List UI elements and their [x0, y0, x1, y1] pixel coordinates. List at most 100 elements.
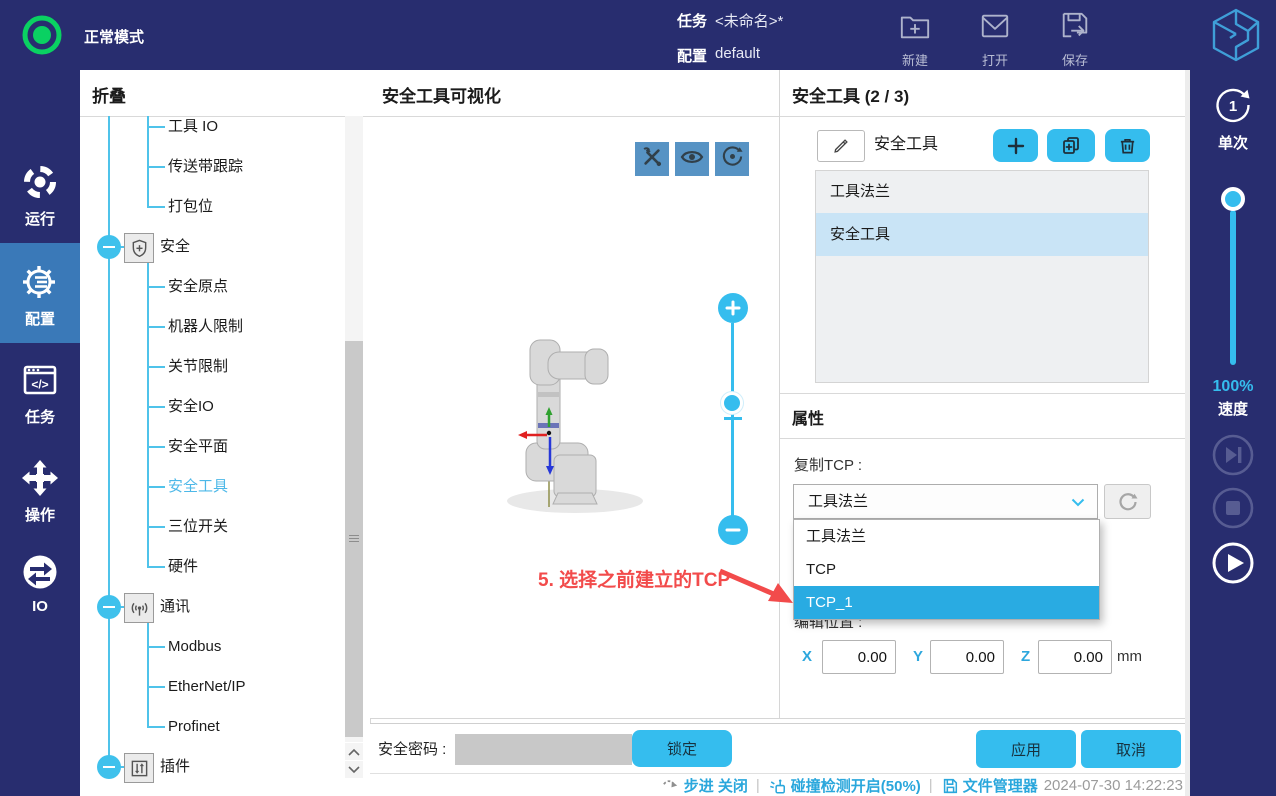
collapse-toggle-icon[interactable] [97, 595, 121, 619]
plus-icon [1007, 137, 1025, 155]
lock-button[interactable]: 锁定 [632, 730, 732, 767]
task-label: 任务 [677, 10, 707, 31]
tool-panel-title: 安全工具 (2 / 3) [792, 82, 909, 107]
tree-item-安全平面[interactable]: 安全平面 [80, 427, 342, 467]
config-tree-panel: 折叠 工具 IO传送带跟踪打包位安全安全原点机器人限制关节限制安全IO安全平面安… [80, 70, 371, 796]
tool-name-value: 安全工具 [874, 130, 938, 160]
chevron-down-icon [1071, 498, 1085, 507]
shield-icon [124, 233, 154, 263]
tree-item-安全[interactable]: 安全 [80, 227, 342, 267]
dropdown-option-TCP[interactable]: TCP [794, 553, 1099, 586]
tree-scroll-down-button[interactable] [345, 761, 363, 778]
config-icon [20, 262, 60, 302]
status-green-icon [20, 13, 64, 57]
dropdown-option-TCP_1[interactable]: TCP_1 [794, 586, 1099, 619]
position-input-y[interactable] [930, 640, 1004, 674]
play-button[interactable] [1211, 541, 1255, 585]
open-button[interactable]: 打开 [955, 6, 1035, 66]
antenna-icon [124, 593, 154, 623]
axis-label-Z: Z [1021, 640, 1030, 674]
tree-item-打包位[interactable]: 打包位 [80, 187, 342, 227]
tree-item-Modbus[interactable]: Modbus [80, 627, 342, 667]
tree-item-关节限制[interactable]: 关节限制 [80, 347, 342, 387]
sidebar-item-operate[interactable]: 操作 [0, 453, 80, 537]
sidebar-item-task[interactable]: </>任务 [0, 353, 80, 437]
new-button[interactable]: 新建 [875, 6, 955, 66]
tutorial-annotation: 5. 选择之前建立的TCP [538, 565, 730, 592]
tree-item-传送带跟踪[interactable]: 传送带跟踪 [80, 147, 342, 187]
sidebar-item-io[interactable]: IO [0, 548, 80, 632]
refresh-icon [1117, 491, 1139, 513]
file-manager-link[interactable]: 文件管理器 [963, 775, 1038, 796]
tool-list-item[interactable]: 安全工具 [816, 213, 1148, 256]
cancel-button[interactable]: 取消 [1081, 730, 1181, 768]
position-input-x[interactable] [822, 640, 896, 674]
speed-slider-handle[interactable] [1221, 187, 1245, 211]
save-button[interactable]: 保存 [1035, 6, 1115, 66]
tree-item-三位开关[interactable]: 三位开关 [80, 507, 342, 547]
zoom-in-button[interactable] [718, 293, 748, 323]
chevron-down-icon [348, 766, 360, 774]
apply-button[interactable]: 应用 [976, 730, 1076, 768]
add-tool-button[interactable] [993, 129, 1038, 162]
tree-item-安全原点[interactable]: 安全原点 [80, 267, 342, 307]
config-label: 配置 [677, 45, 707, 66]
tree-scrollbar-thumb[interactable] [345, 341, 363, 737]
safety-password-label: 安全密码 : [378, 738, 446, 759]
zoom-slider-handle[interactable] [721, 392, 743, 414]
cycle-count-icon[interactable]: 1 [1212, 84, 1254, 126]
tree-item-硬件[interactable]: 硬件 [80, 547, 342, 587]
svg-text:</>: </> [31, 378, 48, 392]
safety-password-input[interactable] [455, 734, 632, 765]
sidebar-item-run[interactable]: 运行 [0, 158, 80, 242]
tree-item-Profinet[interactable]: Profinet [80, 707, 342, 747]
refresh-tcp-button[interactable] [1104, 484, 1151, 519]
position-input-z[interactable] [1038, 640, 1112, 674]
minus-icon [725, 522, 741, 538]
zoom-out-button[interactable] [718, 515, 748, 545]
tools-button[interactable] [635, 142, 669, 176]
tree-scroll-up-button[interactable] [345, 743, 363, 760]
properties-title: 属性 [792, 405, 824, 429]
speed-slider-track[interactable] [1230, 210, 1236, 365]
io-icon [20, 552, 60, 592]
safety-tool-panel: 安全工具 (2 / 3) 安全工具 [780, 70, 1185, 719]
topbar-actions: 新建打开保存 [875, 6, 1115, 66]
top-bar: 正常模式 任务 <未命名>* 配置 default 新建打开保存 [0, 0, 1276, 70]
step-status[interactable]: 步进 关闭 [684, 775, 748, 796]
orbit-button[interactable] [715, 142, 749, 176]
axis-label-X: X [802, 640, 812, 674]
operate-icon [20, 458, 60, 498]
brand-logo-icon [1207, 7, 1265, 63]
bottom-action-band: 安全密码 : 锁定 应用 取消 [370, 723, 1185, 774]
tree-item-工具-IO[interactable]: 工具 IO [80, 107, 342, 147]
viewport-panel: 安全工具可视化 [370, 70, 780, 719]
collision-status[interactable]: 碰撞检测开启(50%) [791, 775, 921, 796]
dropdown-option-工具法兰[interactable]: 工具法兰 [794, 520, 1099, 553]
visibility-button[interactable] [675, 142, 709, 176]
tree-item-插件[interactable]: 插件 [80, 747, 342, 787]
app-window: 正常模式 任务 <未命名>* 配置 default 新建打开保存 运行配置</>… [0, 0, 1276, 796]
stop-button[interactable] [1211, 486, 1255, 530]
left-nav: 运行配置</>任务操作IO 568E [0, 70, 80, 796]
tree-item-通讯[interactable]: 通讯 [80, 587, 342, 627]
step-forward-button[interactable] [1211, 433, 1255, 477]
tree-item-EtherNet/IP[interactable]: EtherNet/IP [80, 667, 342, 707]
save-icon [1059, 6, 1091, 47]
collapse-toggle-icon[interactable] [97, 755, 121, 779]
collision-detect-icon [768, 777, 787, 795]
step-mode-icon [662, 778, 680, 794]
task-icon: </> [20, 360, 60, 400]
tool-list-item[interactable]: 工具法兰 [816, 171, 1148, 213]
robot-3d-view[interactable] [490, 335, 670, 520]
collapse-toggle-icon[interactable] [97, 235, 121, 259]
copy-tool-button[interactable] [1047, 129, 1095, 162]
pencil-icon [832, 137, 850, 155]
delete-tool-button[interactable] [1105, 129, 1150, 162]
tree-item-安全IO[interactable]: 安全IO [80, 387, 342, 427]
rename-tool-button[interactable] [817, 130, 865, 162]
tree-item-安全工具[interactable]: 安全工具 [80, 467, 342, 507]
tree-item-机器人限制[interactable]: 机器人限制 [80, 307, 342, 347]
copy-tcp-select[interactable]: 工具法兰 [793, 484, 1098, 519]
sidebar-item-config[interactable]: 配置 [0, 243, 80, 343]
